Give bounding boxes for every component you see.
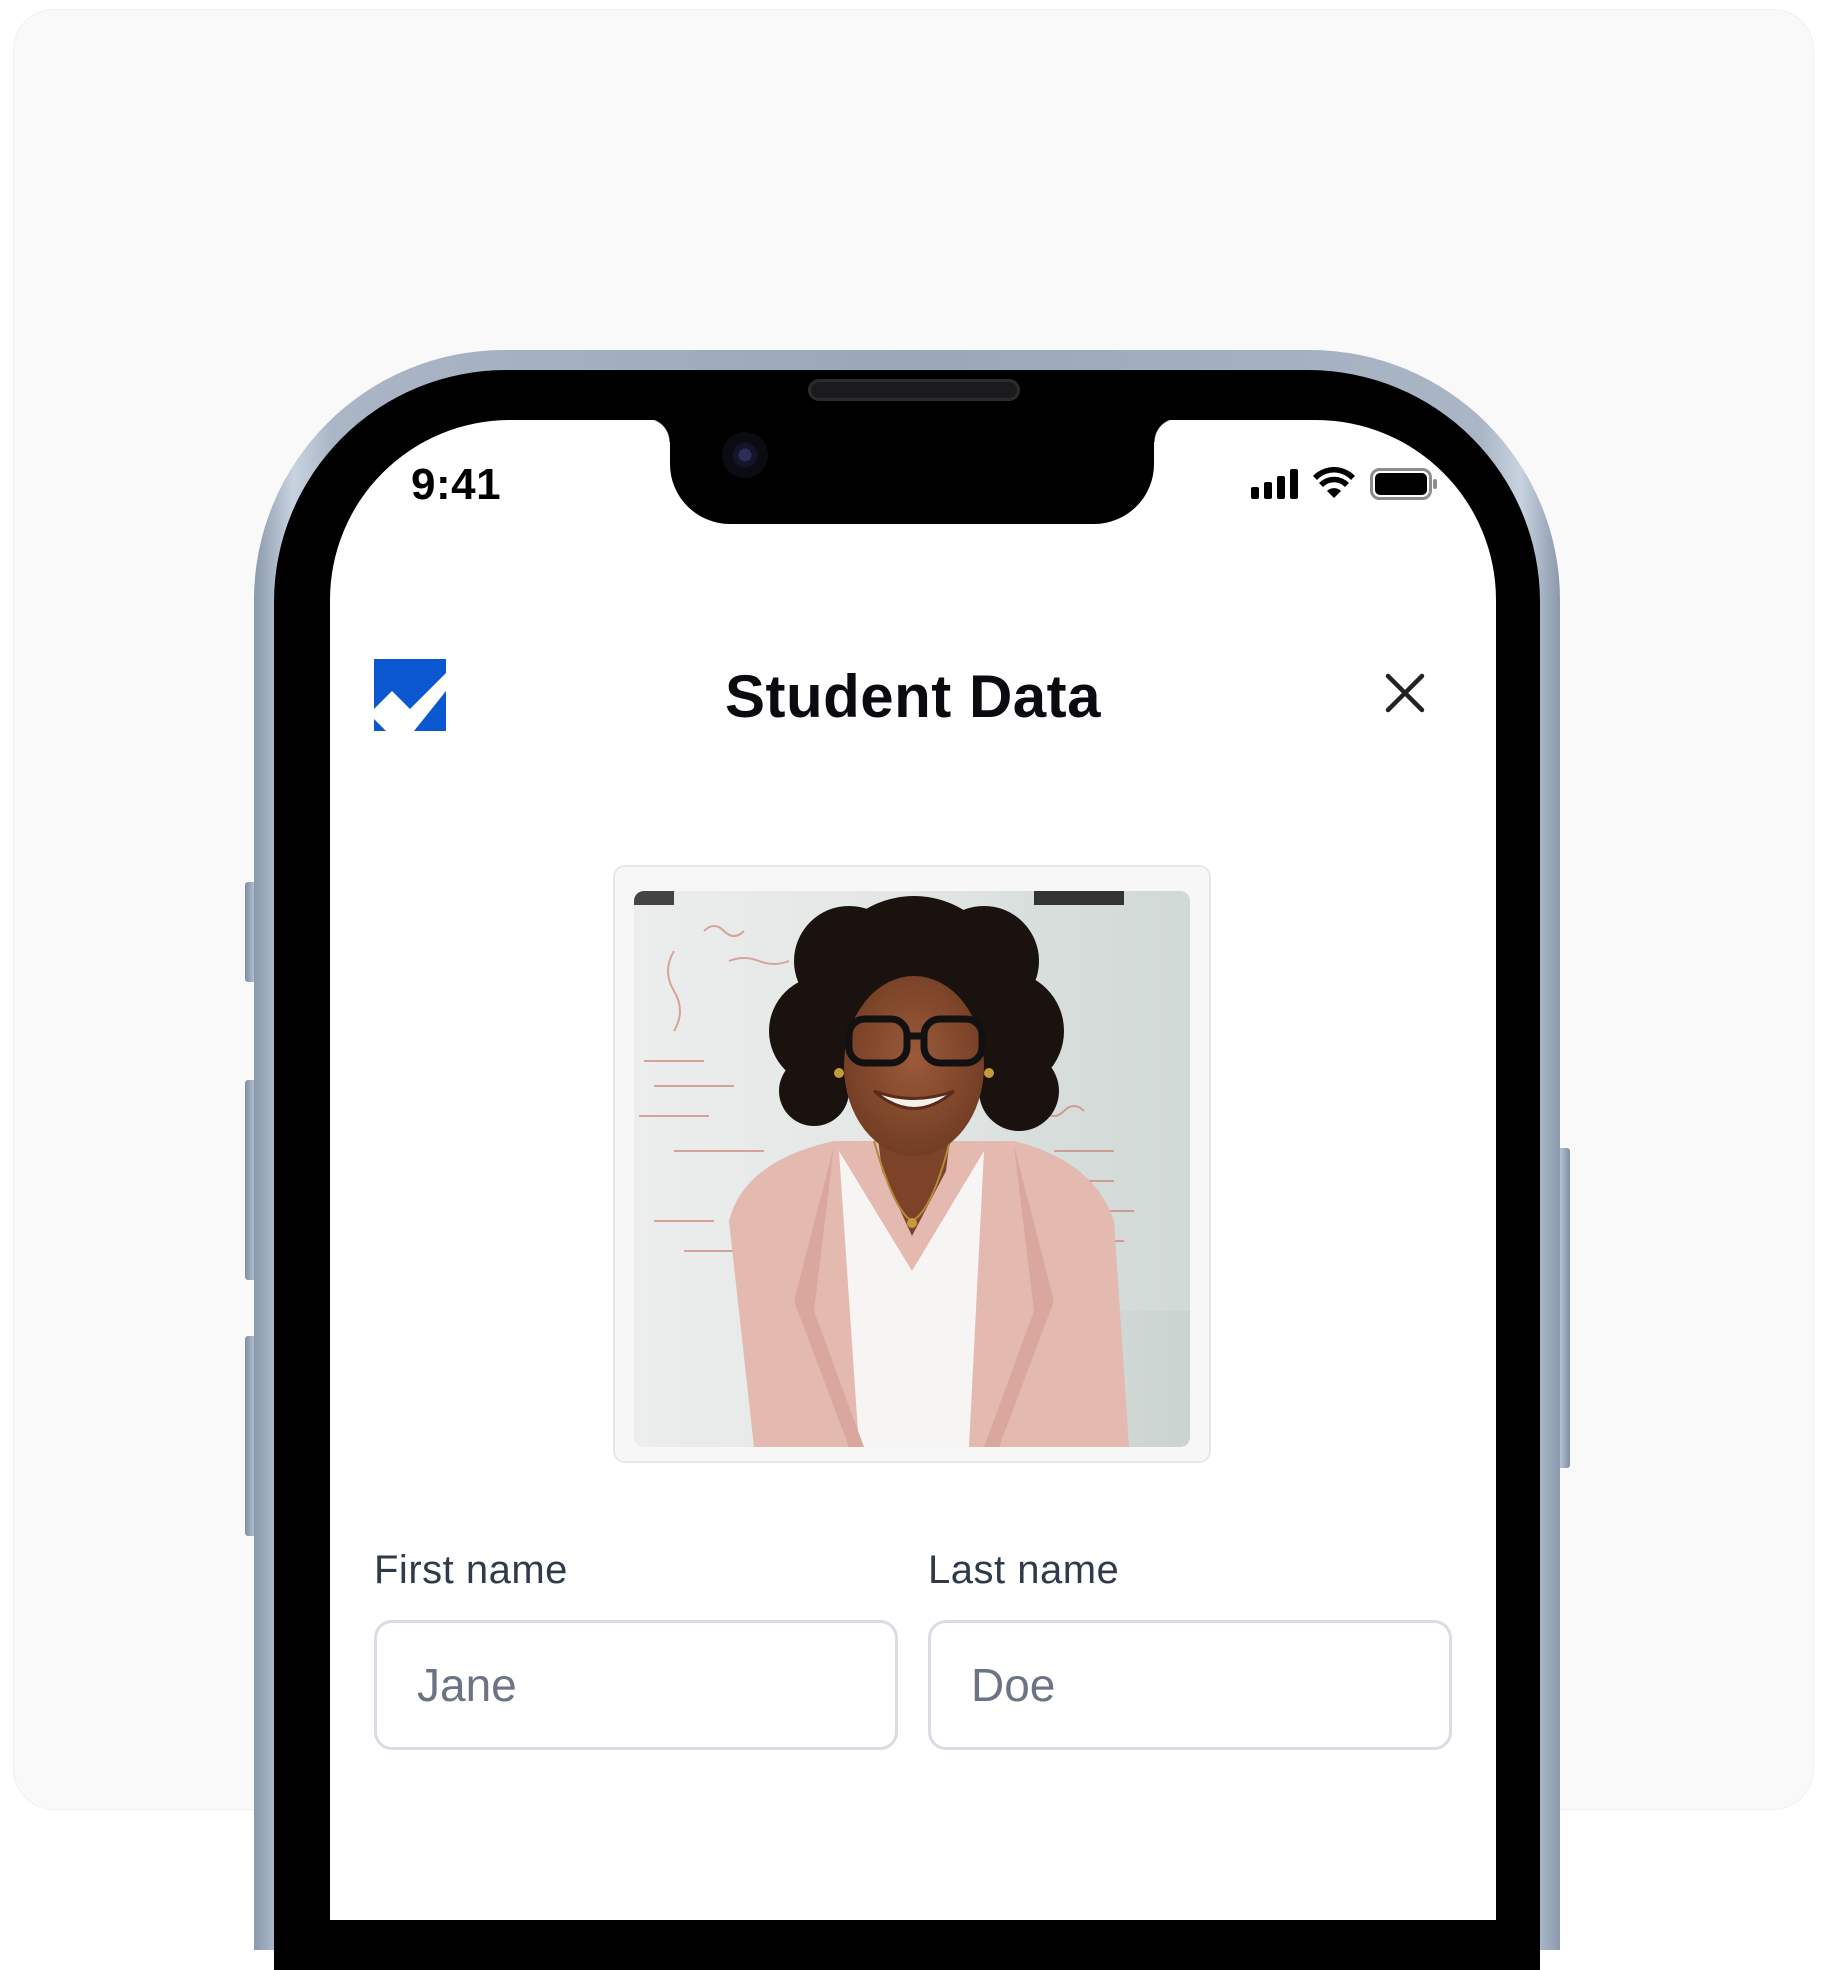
wifi-icon xyxy=(1313,467,1355,498)
earpiece-speaker xyxy=(808,379,1020,401)
battery-icon xyxy=(1370,468,1437,500)
page-title: Student Data xyxy=(724,663,1102,730)
first-name-label: First name xyxy=(374,1548,568,1592)
notch xyxy=(646,420,1178,524)
first-name-input[interactable] xyxy=(374,1620,898,1750)
cellular-signal-icon xyxy=(1251,469,1298,499)
profile-photo-card[interactable] xyxy=(613,865,1211,1463)
status-icons xyxy=(1251,466,1438,502)
last-name-input[interactable] xyxy=(928,1620,1452,1750)
profile-photo xyxy=(634,891,1190,1447)
last-name-label: Last name xyxy=(928,1548,1120,1592)
status-time: 9:41 xyxy=(411,460,502,509)
front-camera-icon xyxy=(722,432,768,478)
header: Student Data xyxy=(330,650,1496,740)
close-icon[interactable] xyxy=(1380,668,1430,718)
power-button xyxy=(1560,1148,1570,1468)
phone-screen: 9:41 Student Data First name Jane Last n… xyxy=(330,420,1496,1920)
